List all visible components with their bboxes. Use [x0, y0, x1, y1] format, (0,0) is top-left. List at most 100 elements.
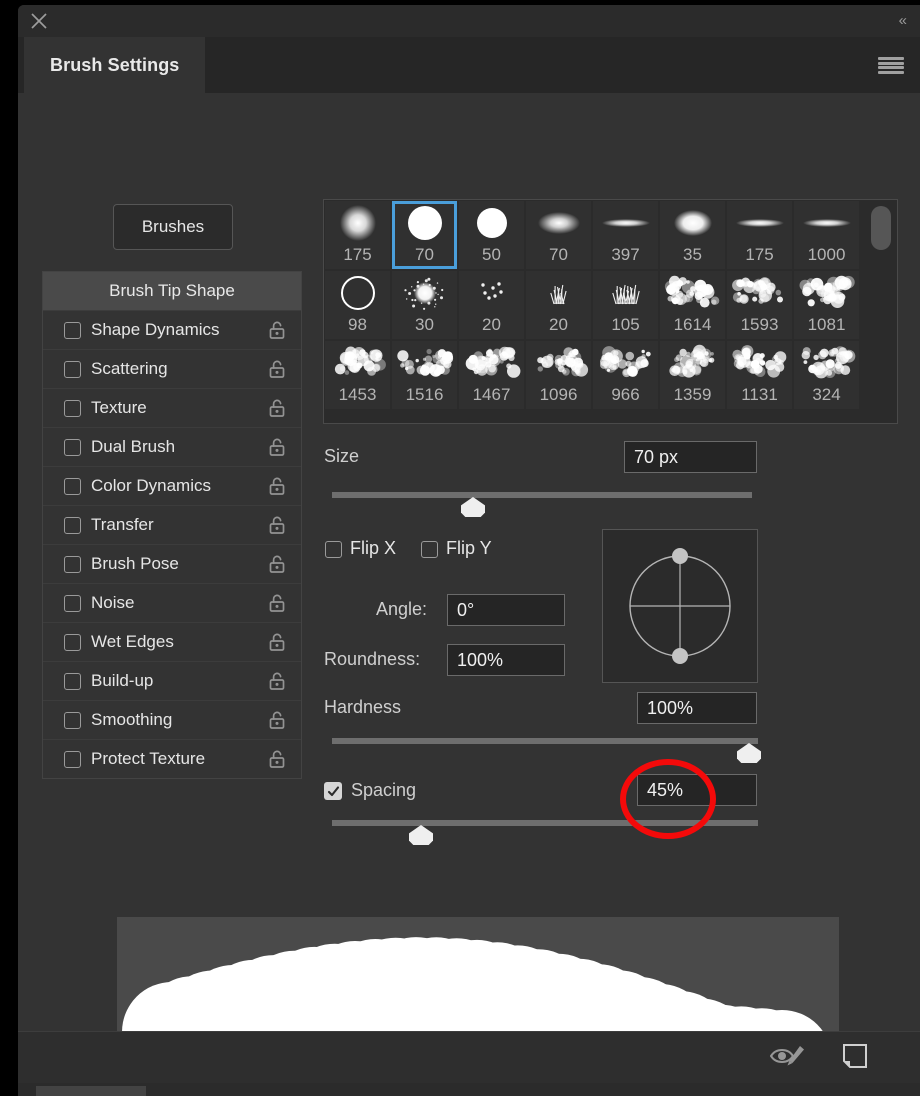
brush-preset-cell[interactable]: 1131 — [727, 341, 792, 409]
brush-preset-grid[interactable]: 175 70 50 70 397 35 175 1000 98 30 20 20 105 1614 1593… — [323, 199, 898, 424]
brush-thumbnail-icon — [528, 201, 590, 245]
unlock-icon[interactable] — [267, 476, 287, 496]
option-checkbox[interactable] — [64, 438, 81, 456]
unlock-icon[interactable] — [267, 671, 287, 691]
brush-size-label: 98 — [348, 315, 367, 334]
hamburger-menu-icon[interactable] — [878, 57, 904, 74]
brush-size-label: 397 — [611, 245, 640, 264]
scrollbar-thumb[interactable] — [871, 206, 891, 250]
brush-preset-cell[interactable]: 966 — [593, 341, 658, 409]
brush-preset-cell[interactable]: 1614 — [660, 271, 725, 339]
flip-x-checkbox[interactable] — [325, 541, 342, 558]
brush-preset-cell[interactable]: 175 — [325, 201, 390, 269]
adjacent-panel-tab[interactable] — [36, 1086, 146, 1096]
eye-brush-icon[interactable] — [770, 1044, 806, 1068]
brush-preset-cell[interactable]: 20 — [459, 271, 524, 339]
option-checkbox[interactable] — [64, 750, 81, 768]
brush-preset-cell[interactable]: 50 — [459, 201, 524, 269]
size-label: Size — [324, 446, 360, 466]
option-checkbox[interactable] — [64, 360, 81, 378]
hardness-input[interactable]: 100% — [637, 692, 757, 724]
brush-size-label: 324 — [812, 385, 841, 404]
brush-size-label: 20 — [549, 315, 568, 334]
sidebar-item-smoothing[interactable]: Smoothing — [43, 700, 301, 739]
sidebar-item-build-up[interactable]: Build-up — [43, 661, 301, 700]
screen: « Brush Settings Brushes Brush Tip Shape… — [0, 0, 920, 1096]
size-slider-track[interactable] — [332, 492, 752, 498]
unlock-icon[interactable] — [267, 515, 287, 535]
brush-thumbnail-icon — [528, 341, 590, 385]
sidebar-item-brush-pose[interactable]: Brush Pose — [43, 544, 301, 583]
option-checkbox[interactable] — [64, 555, 81, 573]
sidebar-item-texture[interactable]: Texture — [43, 388, 301, 427]
sidebar-item-label: Brush Pose — [91, 554, 179, 573]
flip-y-checkbox[interactable] — [421, 541, 438, 558]
unlock-icon[interactable] — [267, 593, 287, 613]
collapse-panel-button[interactable]: « — [899, 13, 907, 29]
option-checkbox[interactable] — [64, 711, 81, 729]
brush-preset-cell[interactable]: 324 — [794, 341, 859, 409]
angle-roundness-control[interactable] — [602, 529, 758, 683]
option-checkbox[interactable] — [64, 516, 81, 534]
option-checkbox[interactable] — [64, 477, 81, 495]
unlock-icon[interactable] — [267, 359, 287, 379]
adjacent-panel-strip — [18, 1083, 920, 1096]
sidebar-item-label: Wet Edges — [91, 632, 174, 651]
option-checkbox[interactable] — [64, 633, 81, 651]
unlock-icon[interactable] — [267, 554, 287, 574]
spacing-checkbox[interactable] — [324, 782, 342, 800]
brush-preset-cell[interactable]: 1081 — [794, 271, 859, 339]
hardness-slider-track[interactable] — [332, 738, 758, 744]
brush-preset-cell[interactable]: 1096 — [526, 341, 591, 409]
brush-preset-cell[interactable]: 1453 — [325, 341, 390, 409]
option-checkbox[interactable] — [64, 672, 81, 690]
option-checkbox[interactable] — [64, 399, 81, 417]
sidebar-item-dual-brush[interactable]: Dual Brush — [43, 427, 301, 466]
sidebar-item-scattering[interactable]: Scattering — [43, 349, 301, 388]
brush-preset-cell[interactable]: 30 — [392, 271, 457, 339]
sidebar-item-noise[interactable]: Noise — [43, 583, 301, 622]
brush-preset-cell[interactable]: 1000 — [794, 201, 859, 269]
sidebar-item-protect-texture[interactable]: Protect Texture — [43, 739, 301, 778]
brushes-button[interactable]: Brushes — [113, 204, 233, 250]
unlock-icon[interactable] — [267, 632, 287, 652]
brush-preset-cell[interactable]: 105 — [593, 271, 658, 339]
brush-preset-cell[interactable]: 397 — [593, 201, 658, 269]
sidebar-item-shape-dynamics[interactable]: Shape Dynamics — [43, 310, 301, 349]
angle-input[interactable]: 0° — [447, 594, 565, 626]
brush-preset-cell[interactable]: 1516 — [392, 341, 457, 409]
size-input[interactable]: 70 px — [624, 441, 757, 473]
brush-preset-cell[interactable]: 20 — [526, 271, 591, 339]
brush-preset-cell[interactable]: 70 — [392, 201, 457, 269]
close-icon[interactable] — [30, 12, 48, 30]
brush-preset-cell[interactable]: 98 — [325, 271, 390, 339]
unlock-icon[interactable] — [267, 320, 287, 340]
option-checkbox[interactable] — [64, 321, 81, 339]
brush-preset-cell[interactable]: 35 — [660, 201, 725, 269]
brush-preset-cell[interactable]: 1467 — [459, 341, 524, 409]
unlock-icon[interactable] — [267, 749, 287, 769]
brush-preset-cell[interactable]: 175 — [727, 201, 792, 269]
brush-preset-cell[interactable]: 1359 — [660, 341, 725, 409]
unlock-icon[interactable] — [267, 437, 287, 457]
sidebar-item-wet-edges[interactable]: Wet Edges — [43, 622, 301, 661]
option-checkbox[interactable] — [64, 594, 81, 612]
angle-dial-icon[interactable] — [603, 530, 757, 682]
sidebar-item-label: Smoothing — [91, 710, 173, 729]
sidebar-item-transfer[interactable]: Transfer — [43, 505, 301, 544]
brush-thumbnail-icon — [327, 201, 389, 245]
unlock-icon[interactable] — [267, 398, 287, 418]
roundness-input[interactable]: 100% — [447, 644, 565, 676]
brush-preset-cell[interactable]: 1593 — [727, 271, 792, 339]
new-brush-preset-icon[interactable] — [842, 1043, 868, 1069]
unlock-icon[interactable] — [267, 710, 287, 730]
brush-thumbnail-icon — [662, 271, 724, 315]
tab-brush-settings[interactable]: Brush Settings — [24, 37, 206, 93]
brush-preset-cell[interactable]: 70 — [526, 201, 591, 269]
brush-grid-scrollbar[interactable] — [871, 206, 891, 416]
sidebar-item-label: Dual Brush — [91, 437, 176, 456]
sidebar-item-color-dynamics[interactable]: Color Dynamics — [43, 466, 301, 505]
brush-thumbnail-icon — [796, 271, 858, 315]
flip-x-label: Flip X — [350, 538, 397, 558]
sidebar-item-brush-tip-shape[interactable]: Brush Tip Shape — [43, 272, 301, 310]
